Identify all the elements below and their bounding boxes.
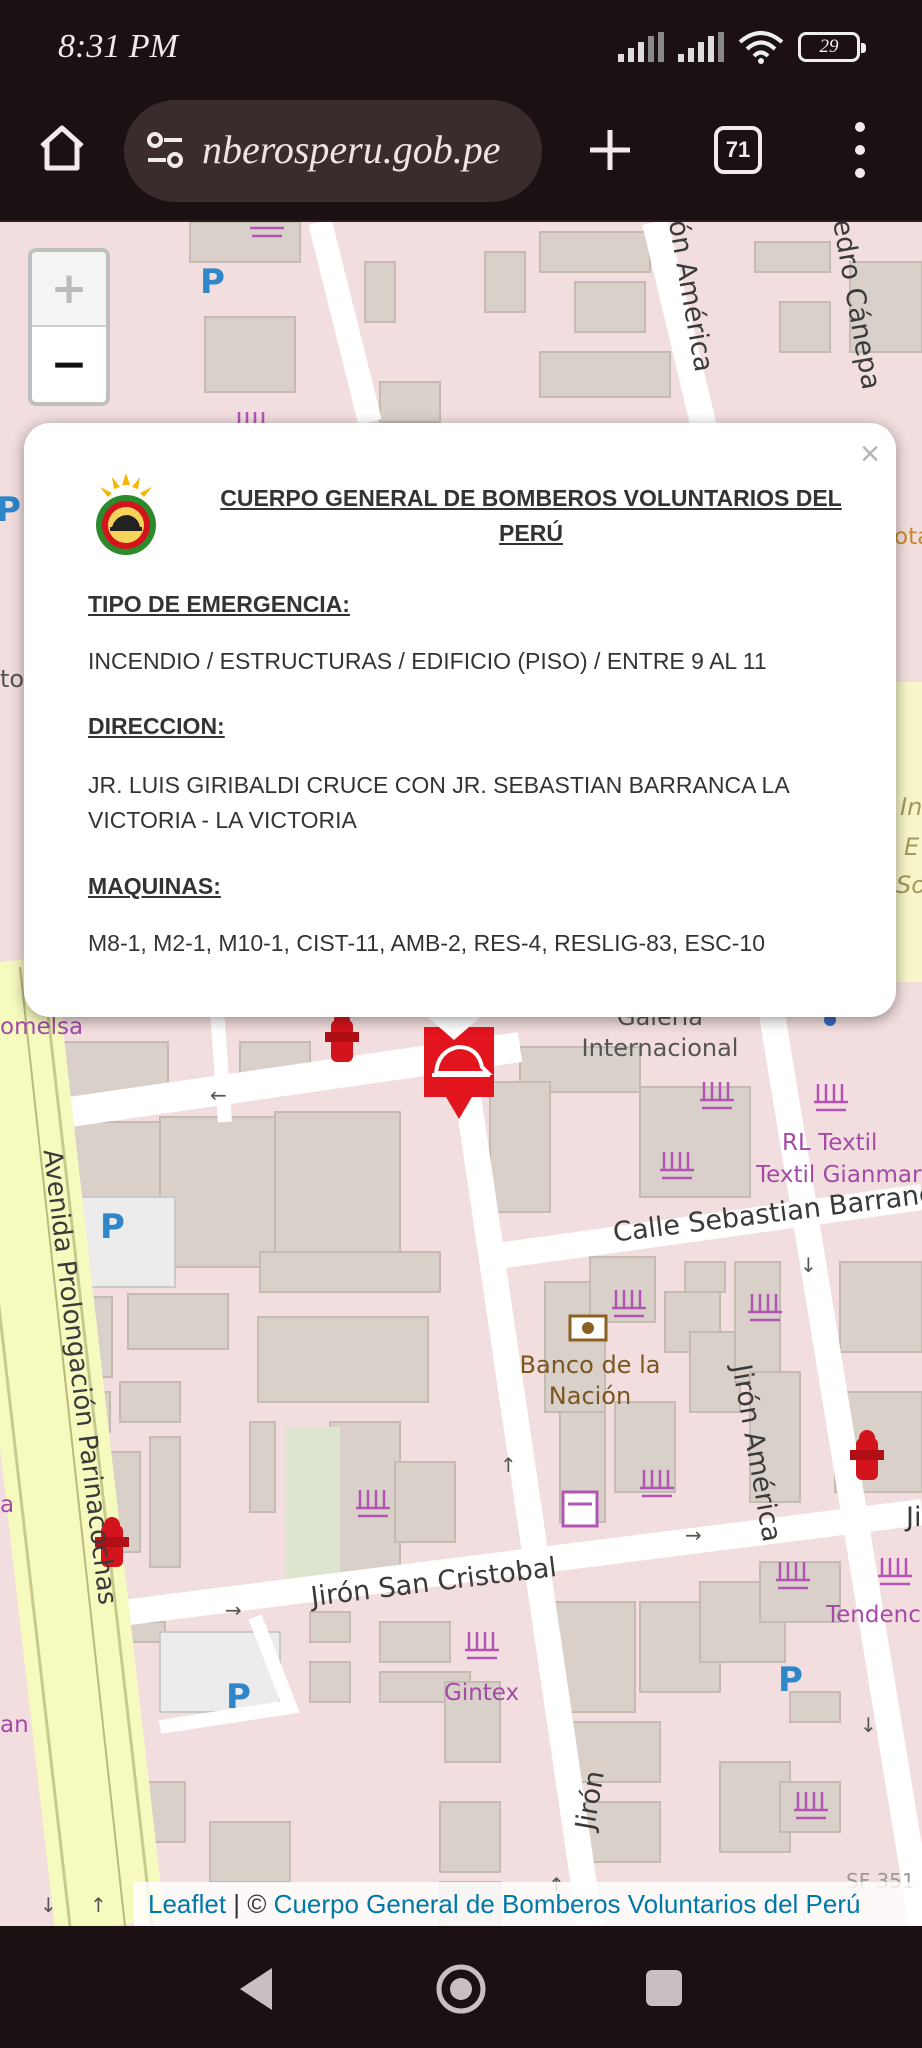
parking-icon: P xyxy=(778,1660,803,1700)
status-icons: 29 xyxy=(618,30,866,64)
close-button[interactable]: × xyxy=(860,435,880,474)
attribution-separator: | © xyxy=(226,1888,274,1919)
tipo-value: INCENDIO / ESTRUCTURAS / EDIFICIO (PISO)… xyxy=(88,648,767,674)
textil-gianmar-label: Textil Gianmar xyxy=(756,1162,922,1188)
map[interactable]: ← → → ↑ ↓ ↑ ↓ ↓ ↑ xyxy=(0,222,922,1926)
wifi-icon xyxy=(738,31,784,64)
svg-text:↓: ↓ xyxy=(800,1253,817,1277)
jiron-right-label: Ji xyxy=(906,1502,922,1533)
overflow-menu-icon[interactable] xyxy=(850,122,870,178)
site-settings-icon[interactable] xyxy=(144,130,186,172)
home-icon[interactable] xyxy=(36,122,88,174)
map-attribution: Leaflet | © Cuerpo General de Bomberos V… xyxy=(134,1882,922,1926)
recents-icon[interactable] xyxy=(644,1968,684,2008)
svg-text:↓: ↓ xyxy=(40,1893,57,1917)
popup-title: CUERPO GENERAL DE BOMBEROS VOLUNTARIOS D… xyxy=(220,485,842,546)
status-bar: 8:31 PM 29 xyxy=(0,0,922,100)
zoom-in-button[interactable]: + xyxy=(32,252,106,327)
signal-icon xyxy=(618,32,664,62)
signal-icon-2 xyxy=(678,32,724,62)
home-nav-icon[interactable] xyxy=(434,1962,488,2016)
gintex-label: Gintex xyxy=(444,1680,520,1706)
source-link[interactable]: Cuerpo General de Bomberos Voluntarios d… xyxy=(274,1889,861,1920)
banco-label: Banco de la Nación xyxy=(519,1351,661,1410)
emergency-popup: × CUERPO GENERAL DE BOMBEROS VOLUNTARIOS… xyxy=(24,423,896,1017)
ota-label: ota xyxy=(894,524,922,550)
svg-text:→: → xyxy=(685,1523,702,1547)
svg-text:→: → xyxy=(225,1598,242,1622)
browser-toolbar: nberosperu.gob.pe 71 xyxy=(0,100,922,222)
tab-count: 71 xyxy=(725,137,751,162)
parking-icon: P xyxy=(200,262,225,302)
battery-icon: 29 xyxy=(798,32,866,62)
status-time: 8:31 PM xyxy=(58,28,178,65)
maquinas-value: M8-1, M2-1, M10-1, CIST-11, AMB-2, RES-4… xyxy=(88,930,766,956)
so-label: So xyxy=(896,871,922,899)
svg-text:↑: ↑ xyxy=(90,1893,107,1917)
tendencias-label: Tendenc Olind xyxy=(826,1602,922,1628)
tipo-label: TIPO DE EMERGENCIA: xyxy=(88,591,350,617)
parking-icon: P xyxy=(100,1207,125,1247)
svg-text:←: ← xyxy=(210,1083,227,1107)
leaflet-link[interactable]: Leaflet xyxy=(148,1889,226,1920)
system-nav-bar xyxy=(0,1926,922,2048)
bomberos-logo xyxy=(96,473,156,555)
popup-tip xyxy=(424,1014,484,1040)
direccion-value: JR. LUIS GIRIBALDI CRUCE CON JR. SEBASTI… xyxy=(88,772,789,833)
parking-icon: P xyxy=(0,490,21,530)
direccion-label: DIRECCION: xyxy=(88,713,225,739)
rl-textil-label: RL Textil xyxy=(782,1130,878,1156)
zoom-control: + − xyxy=(28,248,110,406)
zoom-out-button[interactable]: − xyxy=(32,327,106,402)
in-label: In xyxy=(900,793,922,821)
an-label: an xyxy=(0,1712,29,1738)
svg-text:↑: ↑ xyxy=(500,1453,517,1477)
url-text[interactable]: nberosperu.gob.pe xyxy=(202,126,532,176)
e-label: E xyxy=(904,833,920,861)
to-label: to xyxy=(0,665,25,693)
back-icon[interactable] xyxy=(236,1966,276,2012)
screen: 8:31 PM 29 nberosperu.gob.pe 71 ← → → ↑ … xyxy=(0,0,922,2048)
url-bar[interactable]: nberosperu.gob.pe xyxy=(124,100,542,202)
new-tab-icon[interactable] xyxy=(586,126,634,174)
tab-switcher-button[interactable]: 71 xyxy=(714,126,762,174)
battery-level: 29 xyxy=(819,36,839,57)
parking-icon: P xyxy=(226,1677,251,1717)
svg-text:↓: ↓ xyxy=(860,1713,877,1737)
a-label: a xyxy=(0,1492,15,1518)
fire-marker xyxy=(424,1027,494,1119)
maquinas-label: MAQUINAS: xyxy=(88,873,221,899)
